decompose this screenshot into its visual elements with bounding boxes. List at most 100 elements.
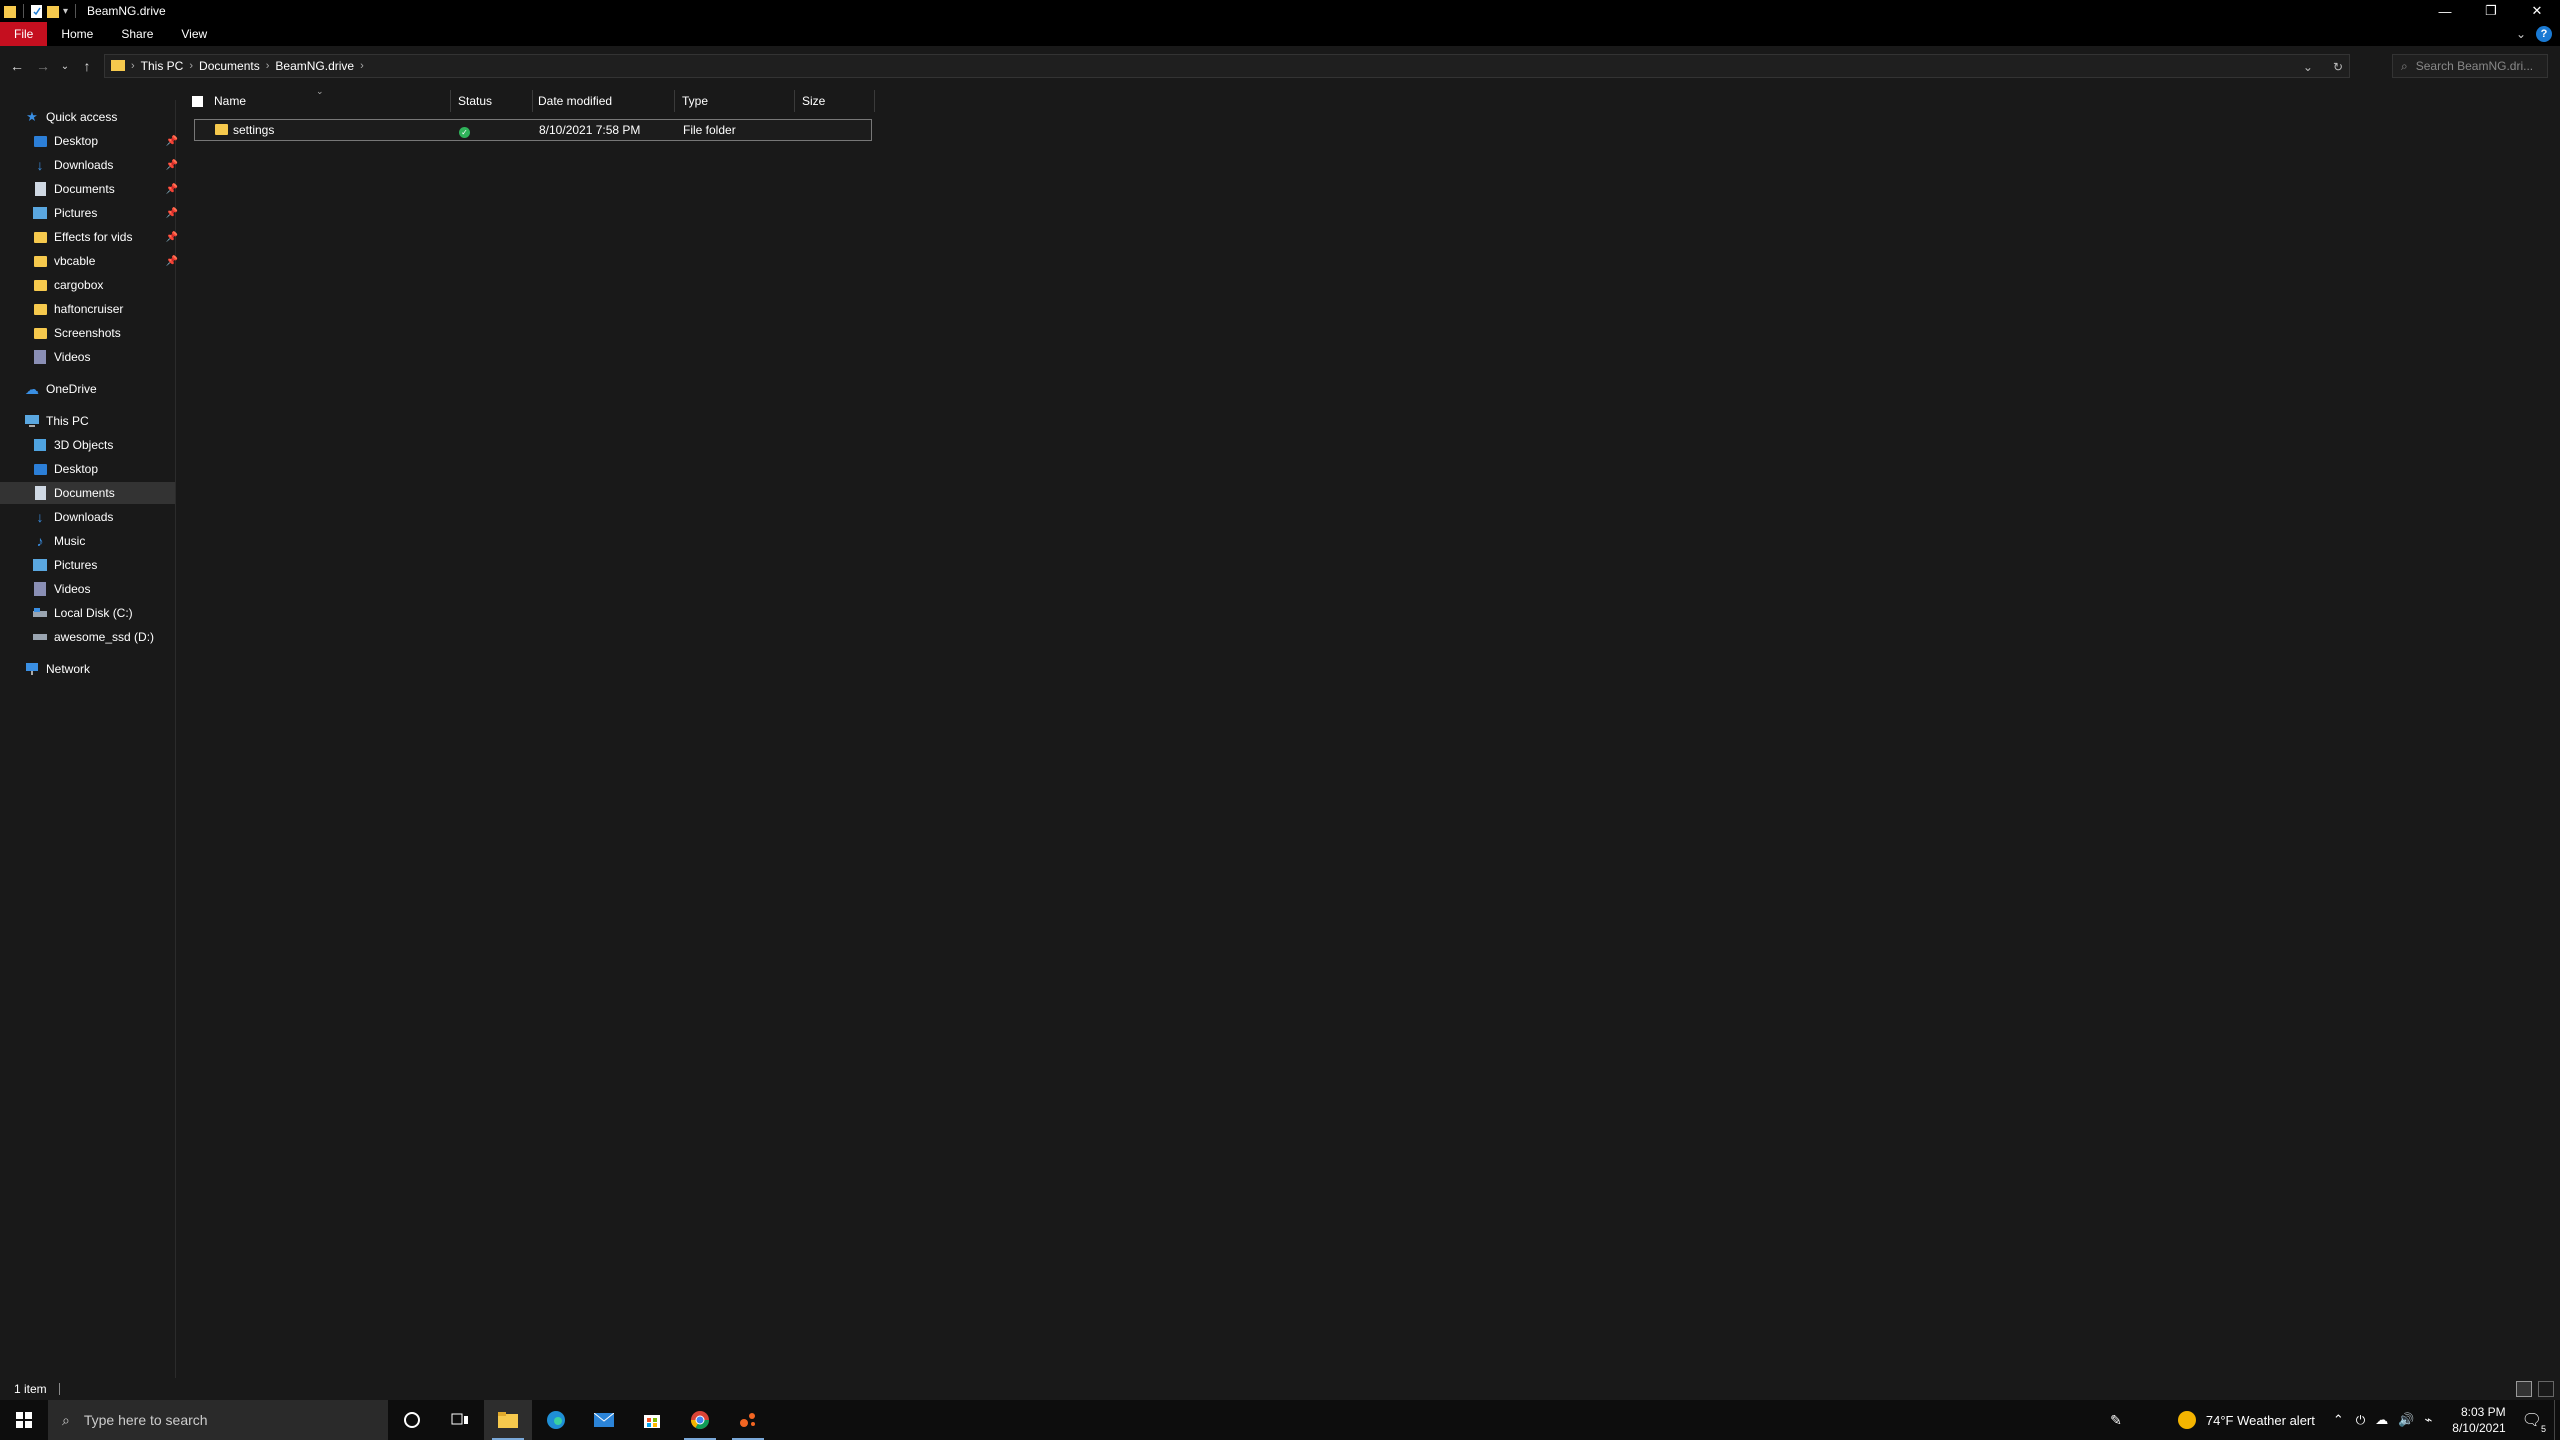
sidebar-item-3d-objects[interactable]: 3D Objects: [32, 434, 113, 456]
new-folder-icon[interactable]: [47, 4, 59, 18]
sidebar-item-music[interactable]: ♪ Music: [32, 530, 86, 552]
help-icon[interactable]: ?: [2536, 26, 2552, 42]
back-arrow-icon[interactable]: ←: [8, 58, 26, 74]
notifications-icon[interactable]: 🗨 5: [2522, 1410, 2546, 1434]
edge-browser-icon[interactable]: [532, 1400, 580, 1440]
table-row[interactable]: settings ✓ 8/10/2021 7:58 PM File folder: [194, 119, 872, 141]
network-status-icon[interactable]: ⌁: [2424, 1412, 2432, 1428]
sidebar-item-label: Pictures: [54, 206, 98, 220]
sidebar-item-desktop[interactable]: Desktop: [32, 458, 98, 480]
sidebar-item-quick-access[interactable]: ★ Quick access: [24, 106, 117, 128]
breadcrumb-documents[interactable]: Documents: [199, 59, 260, 73]
breadcrumb-beamng-drive[interactable]: BeamNG.drive: [275, 59, 354, 73]
weather-widget[interactable]: 74°F Weather alert: [2206, 1413, 2315, 1428]
sidebar-item-local-disk-c[interactable]: Local Disk (C:): [32, 602, 133, 624]
close-button[interactable]: ✕: [2514, 0, 2560, 22]
breadcrumb-chevron-icon[interactable]: ›: [131, 60, 135, 72]
properties-icon[interactable]: [31, 4, 43, 18]
search-input[interactable]: [2415, 59, 2536, 73]
pin-icon[interactable]: 📌: [166, 232, 178, 243]
sidebar-item-videos[interactable]: Videos: [32, 578, 90, 600]
chrome-icon[interactable]: [676, 1400, 724, 1440]
sidebar-item-pictures[interactable]: Pictures: [32, 554, 97, 576]
sort-chevron-icon: ⌄: [316, 86, 324, 96]
sidebar-item-pictures[interactable]: Pictures 📌: [32, 202, 178, 224]
sidebar-item-desktop[interactable]: Desktop 📌: [32, 130, 178, 152]
search-box[interactable]: ⌕: [2392, 54, 2548, 78]
up-arrow-icon[interactable]: ↑: [78, 58, 96, 74]
column-header-size[interactable]: Size: [802, 86, 825, 116]
tab-home[interactable]: Home: [47, 22, 107, 46]
onedrive-cloud-icon[interactable]: ☁: [2375, 1412, 2388, 1428]
sidebar-item-onedrive[interactable]: ☁ OneDrive: [24, 378, 97, 400]
column-header-date-modified[interactable]: Date modified: [538, 86, 612, 116]
volume-icon[interactable]: 🔊: [2398, 1412, 2414, 1428]
pin-icon[interactable]: 📌: [166, 256, 178, 267]
sidebar-item-screenshots[interactable]: Screenshots: [32, 322, 121, 344]
file-date-modified: 8/10/2021 7:58 PM: [539, 123, 641, 137]
column-divider[interactable]: [450, 90, 451, 112]
address-bar[interactable]: › This PC › Documents › BeamNG.drive › ⌄…: [104, 54, 2350, 78]
column-header-type[interactable]: Type: [682, 86, 708, 116]
store-icon[interactable]: [628, 1400, 676, 1440]
customize-toolbar-icon[interactable]: ▾: [63, 6, 68, 17]
sidebar-item-label: Videos: [54, 582, 91, 596]
sidebar-item-effects-for-vids[interactable]: Effects for vids 📌: [32, 226, 178, 248]
cortana-icon[interactable]: [388, 1400, 436, 1440]
expand-ribbon-icon[interactable]: ⌄: [2516, 27, 2526, 41]
show-hidden-icons-chevron-icon[interactable]: ⌃: [2333, 1412, 2344, 1428]
address-history-chevron-icon[interactable]: ⌄: [2303, 60, 2313, 74]
sidebar-item-cargobox[interactable]: cargobox: [32, 274, 103, 296]
sidebar-item-documents-selected[interactable]: Documents: [0, 482, 175, 504]
sidebar-item-network[interactable]: Network: [24, 658, 90, 680]
sidebar-item-videos[interactable]: Videos: [32, 346, 90, 368]
column-divider[interactable]: [794, 90, 795, 112]
sidebar-item-this-pc[interactable]: This PC: [24, 410, 89, 432]
pin-icon[interactable]: 📌: [166, 136, 178, 147]
start-button[interactable]: [0, 1400, 48, 1440]
details-view-icon[interactable]: [2516, 1381, 2532, 1397]
system-tray: ✎ 74°F Weather alert ⌃ ⏻ ☁ 🔊 ⌁ 8:03 PM 8…: [2110, 1400, 2560, 1440]
sidebar-item-documents[interactable]: Documents 📌: [32, 178, 178, 200]
column-divider[interactable]: [532, 90, 533, 112]
search-icon: ⌕: [2401, 58, 2408, 73]
sidebar-item-vbcable[interactable]: vbcable 📌: [32, 250, 178, 272]
pin-icon[interactable]: 📌: [166, 184, 178, 195]
breadcrumb-chevron-icon[interactable]: ›: [189, 60, 193, 72]
select-all-checkbox[interactable]: [192, 86, 203, 116]
restore-button[interactable]: ❐: [2468, 0, 2514, 22]
refresh-icon[interactable]: ↻: [2333, 60, 2343, 74]
show-desktop-button[interactable]: [2554, 1400, 2560, 1440]
breadcrumb-this-pc[interactable]: This PC: [141, 59, 184, 73]
column-header-status[interactable]: Status: [458, 86, 492, 116]
sidebar-item-downloads[interactable]: ↓ Downloads: [32, 506, 114, 528]
pin-icon[interactable]: 📌: [166, 208, 178, 219]
clock[interactable]: 8:03 PM 8/10/2021: [2452, 1404, 2505, 1436]
column-divider[interactable]: [874, 90, 875, 112]
sidebar-item-label: Local Disk (C:): [54, 606, 133, 620]
file-explorer-taskbar-icon[interactable]: [484, 1400, 532, 1440]
recent-locations-chevron-icon[interactable]: ⌄: [60, 61, 70, 72]
column-header-name[interactable]: Name: [214, 86, 246, 116]
sidebar-item-haftoncruiser[interactable]: haftoncruiser: [32, 298, 123, 320]
task-view-icon[interactable]: [436, 1400, 484, 1440]
pin-icon[interactable]: 📌: [166, 160, 178, 171]
sidebar-item-downloads[interactable]: ↓ Downloads 📌: [32, 154, 179, 176]
beamng-icon[interactable]: [724, 1400, 772, 1440]
large-icons-view-icon[interactable]: [2538, 1381, 2554, 1397]
breadcrumb-chevron-icon[interactable]: ›: [360, 60, 364, 72]
tab-share[interactable]: Share: [107, 22, 167, 46]
pen-workspace-icon[interactable]: ✎: [2110, 1412, 2122, 1429]
ribbon-tabs: File Home Share View ⌄ ?: [0, 22, 2560, 46]
taskbar-search-box[interactable]: ⌕ Type here to search: [48, 1400, 388, 1440]
tab-file[interactable]: File: [0, 22, 48, 46]
column-divider[interactable]: [674, 90, 675, 112]
local-disk-icon: [32, 605, 48, 621]
forward-arrow-icon[interactable]: →: [34, 58, 52, 74]
sidebar-item-awesome-ssd-d[interactable]: awesome_ssd (D:): [32, 626, 154, 648]
mail-icon[interactable]: [580, 1400, 628, 1440]
minimize-button[interactable]: —: [2422, 0, 2468, 22]
breadcrumb-chevron-icon[interactable]: ›: [266, 60, 270, 72]
tab-view[interactable]: View: [167, 22, 221, 46]
usb-icon[interactable]: ⏻: [2356, 1413, 2366, 1428]
